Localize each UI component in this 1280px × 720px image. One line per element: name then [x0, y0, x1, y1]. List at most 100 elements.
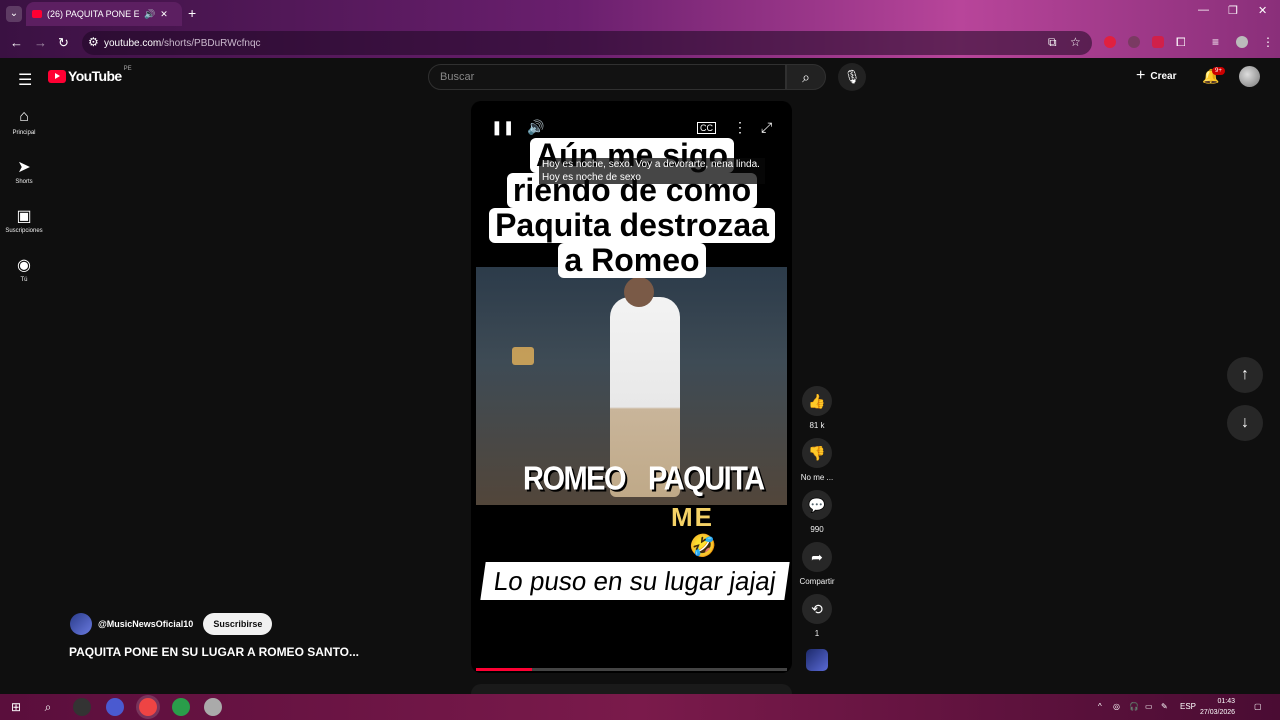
- close-window-button[interactable]: ✕: [1258, 4, 1267, 17]
- speaker-icon[interactable]: 🔊: [144, 9, 155, 20]
- url-host: youtube.com: [104, 37, 162, 49]
- search-button[interactable]: ⌕: [786, 64, 826, 90]
- new-tab-button[interactable]: +: [188, 5, 196, 21]
- tray-app-icon[interactable]: ◎: [1113, 702, 1120, 711]
- volume-icon[interactable]: 🔊: [527, 119, 544, 136]
- microphone-icon: 🎙: [843, 69, 861, 84]
- subscriptions-icon: ▣: [16, 208, 32, 225]
- youtube-logo[interactable]: YouTube PE: [48, 66, 132, 84]
- shorts-player[interactable]: ROMEO PAQUITA Aún me sigo riendo de como…: [471, 101, 792, 673]
- search-icon: ⌕: [802, 69, 810, 85]
- video-label-right: PAQUITA: [648, 460, 765, 498]
- progress-bar[interactable]: [476, 668, 787, 671]
- comment-count: 990: [810, 525, 824, 534]
- address-bar-row: ← → ↻ youtube.com/shorts/PBDuRWcfnqc ⚙ ⧉…: [0, 28, 1280, 58]
- thumbs-up-icon: 👍: [802, 386, 832, 416]
- windows-start-icon[interactable]: ⊞: [7, 698, 25, 716]
- remix-count: 1: [814, 629, 820, 638]
- comment-icon: 💬: [802, 490, 832, 520]
- account-avatar[interactable]: [1239, 66, 1260, 87]
- create-button[interactable]: + Crear: [1136, 67, 1176, 85]
- voice-search-button[interactable]: 🎙: [838, 63, 866, 91]
- headphones-icon[interactable]: 🎧: [1129, 702, 1139, 711]
- sidebar-item-shorts[interactable]: ➤ Shorts: [0, 157, 48, 185]
- clock-time: 01:43: [1217, 698, 1236, 705]
- sidebar-item-tu[interactable]: ◉ Tú: [0, 255, 48, 283]
- extensions-puzzle-icon[interactable]: ⧠: [1176, 35, 1186, 50]
- youtube-play-icon: [48, 69, 66, 83]
- previous-short-button[interactable]: ↑: [1227, 357, 1263, 393]
- video-label-left: ROMEO: [523, 460, 627, 498]
- browser-menu-icon[interactable]: ⋮: [1262, 35, 1274, 49]
- sticker-text: ME: [671, 502, 714, 532]
- back-icon[interactable]: ←: [10, 35, 23, 50]
- captions-toggle-icon[interactable]: CC: [697, 122, 716, 134]
- extension-icon[interactable]: [1152, 36, 1164, 48]
- app-icon[interactable]: [204, 698, 222, 716]
- pause-icon[interactable]: ❚❚: [491, 119, 514, 136]
- search-icon[interactable]: ⌕: [39, 698, 57, 716]
- bookmark-star-icon[interactable]: ☆: [1070, 35, 1081, 49]
- share-button[interactable]: ➦ Compartir: [796, 542, 838, 586]
- plus-icon: +: [1136, 67, 1146, 84]
- channel-thumbnail[interactable]: [806, 649, 828, 671]
- network-icon[interactable]: ▭: [1145, 702, 1153, 711]
- share-icon: ➦: [802, 542, 832, 572]
- browser-tab-active[interactable]: (26) PAQUITA PONE EN SU 🔊 ✕: [26, 2, 182, 26]
- channel-handle[interactable]: @MusicNewsOficial10: [98, 619, 193, 629]
- sidebar-item-label: Suscripciones: [5, 228, 43, 234]
- like-count: 81 k: [809, 421, 825, 430]
- like-button[interactable]: 👍 81 k: [796, 386, 838, 430]
- install-app-icon[interactable]: ⧉: [1048, 35, 1057, 50]
- chrome-icon[interactable]: [139, 698, 157, 716]
- country-code: PE: [123, 66, 132, 72]
- tab-title: (26) PAQUITA PONE EN SU: [47, 9, 139, 19]
- closed-captions: Hoy es noche, sexo. Voy a devorarte, nen…: [539, 158, 765, 184]
- video-subtitle-banner: Lo puso en su lugar jajaj: [480, 562, 790, 600]
- profile-avatar[interactable]: [1236, 36, 1248, 48]
- search-placeholder: Buscar: [440, 71, 475, 83]
- restore-button[interactable]: ❐: [1228, 4, 1238, 17]
- minimize-button[interactable]: —: [1198, 4, 1209, 16]
- system-clock[interactable]: 01:43 27/03/2026: [1200, 696, 1235, 718]
- language-indicator[interactable]: ESP: [1180, 702, 1196, 711]
- comments-button[interactable]: 💬 990: [796, 490, 838, 534]
- app-icon[interactable]: [73, 698, 91, 716]
- chrome-icon[interactable]: [172, 698, 190, 716]
- forward-icon[interactable]: →: [34, 35, 47, 50]
- next-short-preview[interactable]: [471, 684, 792, 694]
- you-icon: ◉: [17, 257, 31, 274]
- url-field[interactable]: youtube.com/shorts/PBDuRWcfnqc: [82, 31, 1092, 55]
- notifications-icon[interactable]: ▢: [1254, 702, 1262, 711]
- next-short-button[interactable]: ↓: [1227, 405, 1263, 441]
- sidebar-item-label: Tú: [20, 277, 28, 283]
- os-taskbar: ⊞ ⌕ ^ ◎ 🎧 ▭ ✎ ESP 01:43 27/03/2026 ▢: [0, 694, 1280, 720]
- share-label: Compartir: [799, 577, 835, 586]
- sidebar-item-label: Shorts: [15, 179, 33, 185]
- tab-bar: ⌄ (26) PAQUITA PONE EN SU 🔊 ✕ + — ❐ ✕: [0, 0, 1280, 28]
- remix-button[interactable]: ⟲ 1: [796, 594, 838, 638]
- extension-icon[interactable]: [1104, 36, 1116, 48]
- app-icon[interactable]: [106, 698, 124, 716]
- pen-icon[interactable]: ✎: [1161, 702, 1168, 711]
- sidebar-item-suscripciones[interactable]: ▣ Suscripciones: [0, 206, 48, 234]
- more-options-icon[interactable]: ⋮: [733, 119, 747, 136]
- close-tab-icon[interactable]: ✕: [160, 9, 168, 20]
- video-title[interactable]: PAQUITA PONE EN SU LUGAR A ROMEO SANTO..…: [69, 645, 359, 659]
- search-input[interactable]: Buscar: [428, 64, 786, 90]
- shorts-icon: ➤: [17, 159, 31, 176]
- extension-icon[interactable]: [1128, 36, 1140, 48]
- tab-search-button[interactable]: ⌄: [6, 6, 22, 22]
- laughing-emoji-icon: 🤣: [689, 533, 717, 558]
- dislike-button[interactable]: 👎 No me ...: [796, 438, 838, 482]
- media-control-icon[interactable]: ≡: [1212, 35, 1219, 49]
- tray-overflow-icon[interactable]: ^: [1098, 702, 1102, 711]
- site-info-icon[interactable]: ⚙: [88, 35, 99, 49]
- subscribe-button[interactable]: Suscribirse: [203, 613, 273, 635]
- fullscreen-icon[interactable]: ⤢: [761, 119, 772, 136]
- remix-icon: ⟲: [802, 594, 832, 624]
- channel-avatar[interactable]: [70, 613, 92, 635]
- reload-icon[interactable]: ↻: [58, 35, 69, 51]
- home-icon: ⌂: [19, 108, 29, 125]
- sidebar-item-principal[interactable]: ⌂ Principal: [0, 108, 48, 136]
